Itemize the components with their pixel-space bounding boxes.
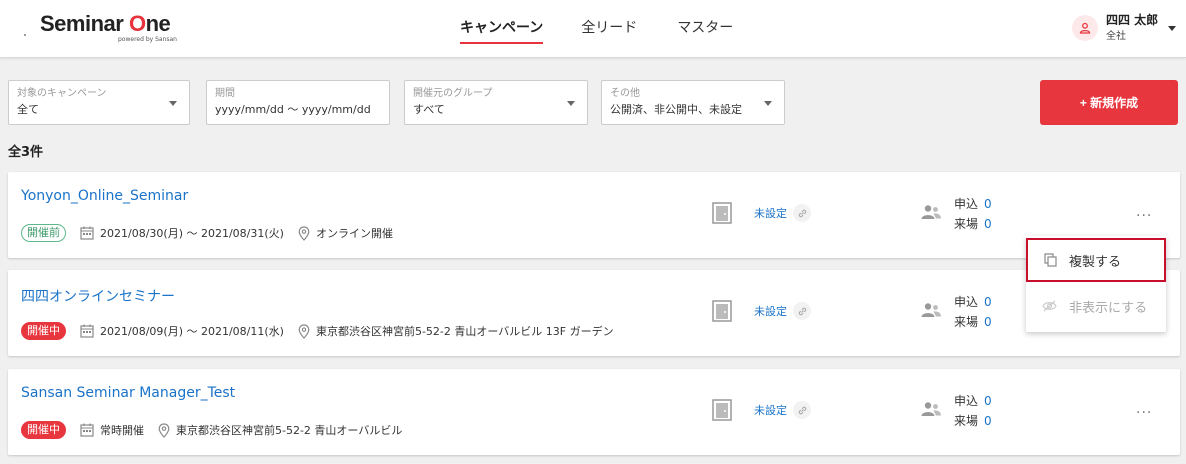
main-nav: キャンペーン 全リード マスター (460, 0, 733, 58)
location-pin-icon (158, 422, 170, 438)
link-icon[interactable] (793, 204, 811, 222)
campaign-title[interactable]: Yonyon_Online_Seminar (21, 188, 188, 204)
calendar-icon (80, 226, 94, 240)
calendar-icon (80, 324, 94, 338)
event-location: オンライン開催 (315, 227, 393, 240)
campaign-card: Sansan Seminar Manager_Test 開催中 常時開催 東京都… (8, 369, 1180, 455)
page-status-link[interactable]: 未設定 (754, 402, 787, 418)
campaign-title[interactable]: 四四オンラインセミナー (21, 286, 175, 306)
user-menu[interactable]: 四四 太郎 全社 (1072, 12, 1177, 44)
user-org: 全社 (1106, 31, 1126, 42)
duplicate-menu-item[interactable]: 複製する (1026, 238, 1166, 282)
event-date: 2021/08/09(月) 〜 2021/08/11(水) (100, 325, 284, 338)
applications-count[interactable]: 0 (984, 295, 992, 309)
link-icon[interactable] (793, 302, 811, 320)
chevron-down-icon (169, 101, 177, 106)
filter-other[interactable]: その他 公開済、非公開中、未設定 (601, 80, 785, 125)
applications-count[interactable]: 0 (984, 394, 992, 408)
user-name: 四四 太郎 (1106, 13, 1159, 27)
status-badge: 開催中 (21, 421, 66, 439)
visits-count[interactable]: 0 (984, 315, 992, 329)
logo-mark (24, 34, 26, 36)
nav-tab-master[interactable]: マスター (677, 0, 733, 58)
filter-group[interactable]: 開催元のグループ すべて (404, 80, 588, 125)
status-badge: 開催中 (21, 322, 66, 340)
copy-icon (1044, 253, 1057, 267)
visits-count[interactable]: 0 (984, 414, 992, 428)
event-date: 2021/08/30(月) 〜 2021/08/31(火) (100, 227, 284, 240)
event-location: 東京都渋谷区神宮前5-52-2 青山オーバルビル 13F ガーデン (315, 325, 614, 338)
calendar-icon (80, 423, 94, 437)
location-pin-icon (298, 225, 310, 241)
result-count: 全3件 (8, 145, 44, 160)
page-icon (712, 202, 732, 224)
page-status-link[interactable]: 未設定 (754, 303, 787, 319)
app-header: Seminar One powered by Sansan キャンペーン 全リー… (0, 0, 1186, 58)
chevron-down-icon (567, 101, 575, 106)
user-icon (1072, 15, 1098, 41)
visits-count[interactable]: 0 (984, 217, 992, 231)
more-options-icon[interactable]: ··· (1136, 208, 1152, 224)
filter-period[interactable]: 期間 yyyy/mm/dd 〜 yyyy/mm/dd (206, 80, 390, 125)
event-date: 常時開催 (100, 424, 144, 437)
campaign-title[interactable]: Sansan Seminar Manager_Test (21, 385, 235, 401)
attendees-icon (921, 303, 941, 317)
event-location: 東京都渋谷区神宮前5-52-2 青山オーバルビル (176, 424, 403, 437)
attendees-icon (921, 402, 941, 416)
filter-campaign[interactable]: 対象のキャンペーン 全て (8, 80, 190, 125)
link-icon[interactable] (793, 401, 811, 419)
nav-tab-campaign[interactable]: キャンペーン (460, 0, 544, 58)
chevron-down-icon (1168, 25, 1177, 31)
page-icon (712, 300, 732, 322)
logo[interactable]: Seminar One powered by Sansan (40, 12, 177, 44)
logo-subtitle: powered by Sansan (118, 36, 177, 43)
attendees-icon (921, 205, 941, 219)
card-context-menu: 複製する 非表示にする (1026, 236, 1166, 332)
applications-count[interactable]: 0 (984, 197, 992, 211)
chevron-down-icon (764, 101, 772, 106)
more-options-icon[interactable]: ··· (1136, 405, 1152, 421)
page-status-link[interactable]: 未設定 (754, 205, 787, 221)
eye-off-icon (1042, 300, 1057, 312)
status-badge: 開催前 (21, 224, 66, 242)
new-campaign-button[interactable]: + 新規作成 (1040, 80, 1178, 125)
hide-menu-item[interactable]: 非表示にする (1026, 284, 1166, 328)
campaign-card: Yonyon_Online_Seminar 開催前 2021/08/30(月) … (8, 172, 1180, 258)
page-icon (712, 399, 732, 421)
campaign-card: 四四オンラインセミナー 開催中 2021/08/09(月) 〜 2021/08/… (8, 270, 1180, 356)
nav-tab-all-leads[interactable]: 全リード (581, 0, 637, 58)
location-pin-icon (298, 323, 310, 339)
